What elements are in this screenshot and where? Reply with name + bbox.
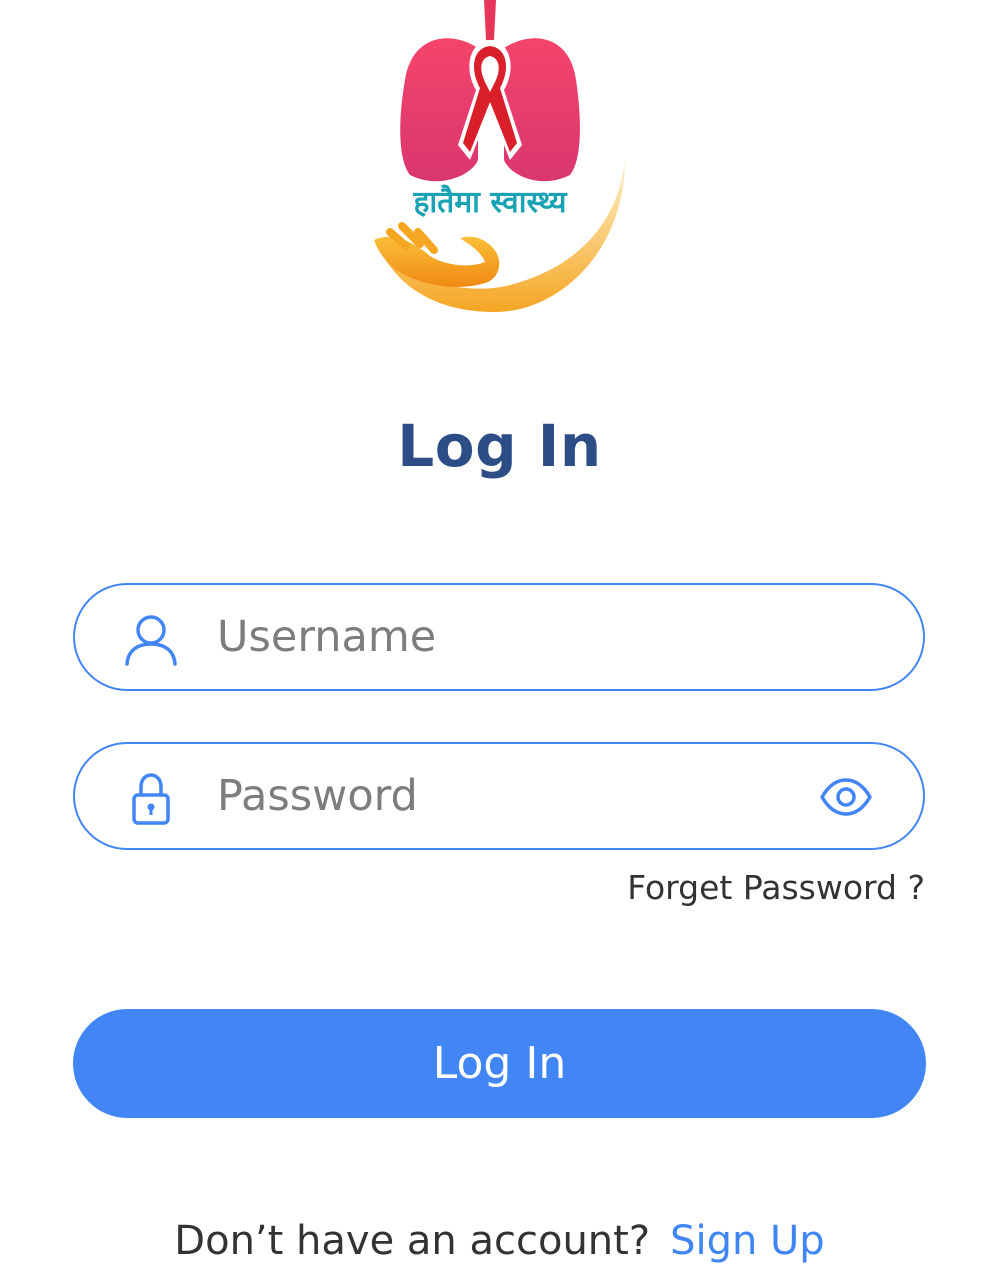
page-title: Log In <box>397 412 602 480</box>
eye-icon[interactable] <box>819 776 873 818</box>
logo-text: हातैमा स्वास्थ्य <box>412 184 568 220</box>
signup-prompt: Don’t have an account? <box>174 1218 651 1264</box>
username-input[interactable] <box>217 605 797 669</box>
login-button[interactable]: Log In <box>73 1009 926 1118</box>
password-field[interactable] <box>73 742 925 850</box>
lock-icon <box>132 773 170 825</box>
forgot-password-link[interactable]: Forget Password ? <box>627 868 925 907</box>
app-logo: हातैमा स्वास्थ्य <box>360 0 640 320</box>
username-field[interactable] <box>73 583 925 691</box>
signup-row: Don’t have an account? Sign Up <box>0 1218 999 1264</box>
password-input[interactable] <box>217 764 797 828</box>
signup-link[interactable]: Sign Up <box>670 1218 825 1264</box>
logo-graphic: हातैमा स्वास्थ्य <box>374 0 625 312</box>
user-icon <box>125 615 177 666</box>
